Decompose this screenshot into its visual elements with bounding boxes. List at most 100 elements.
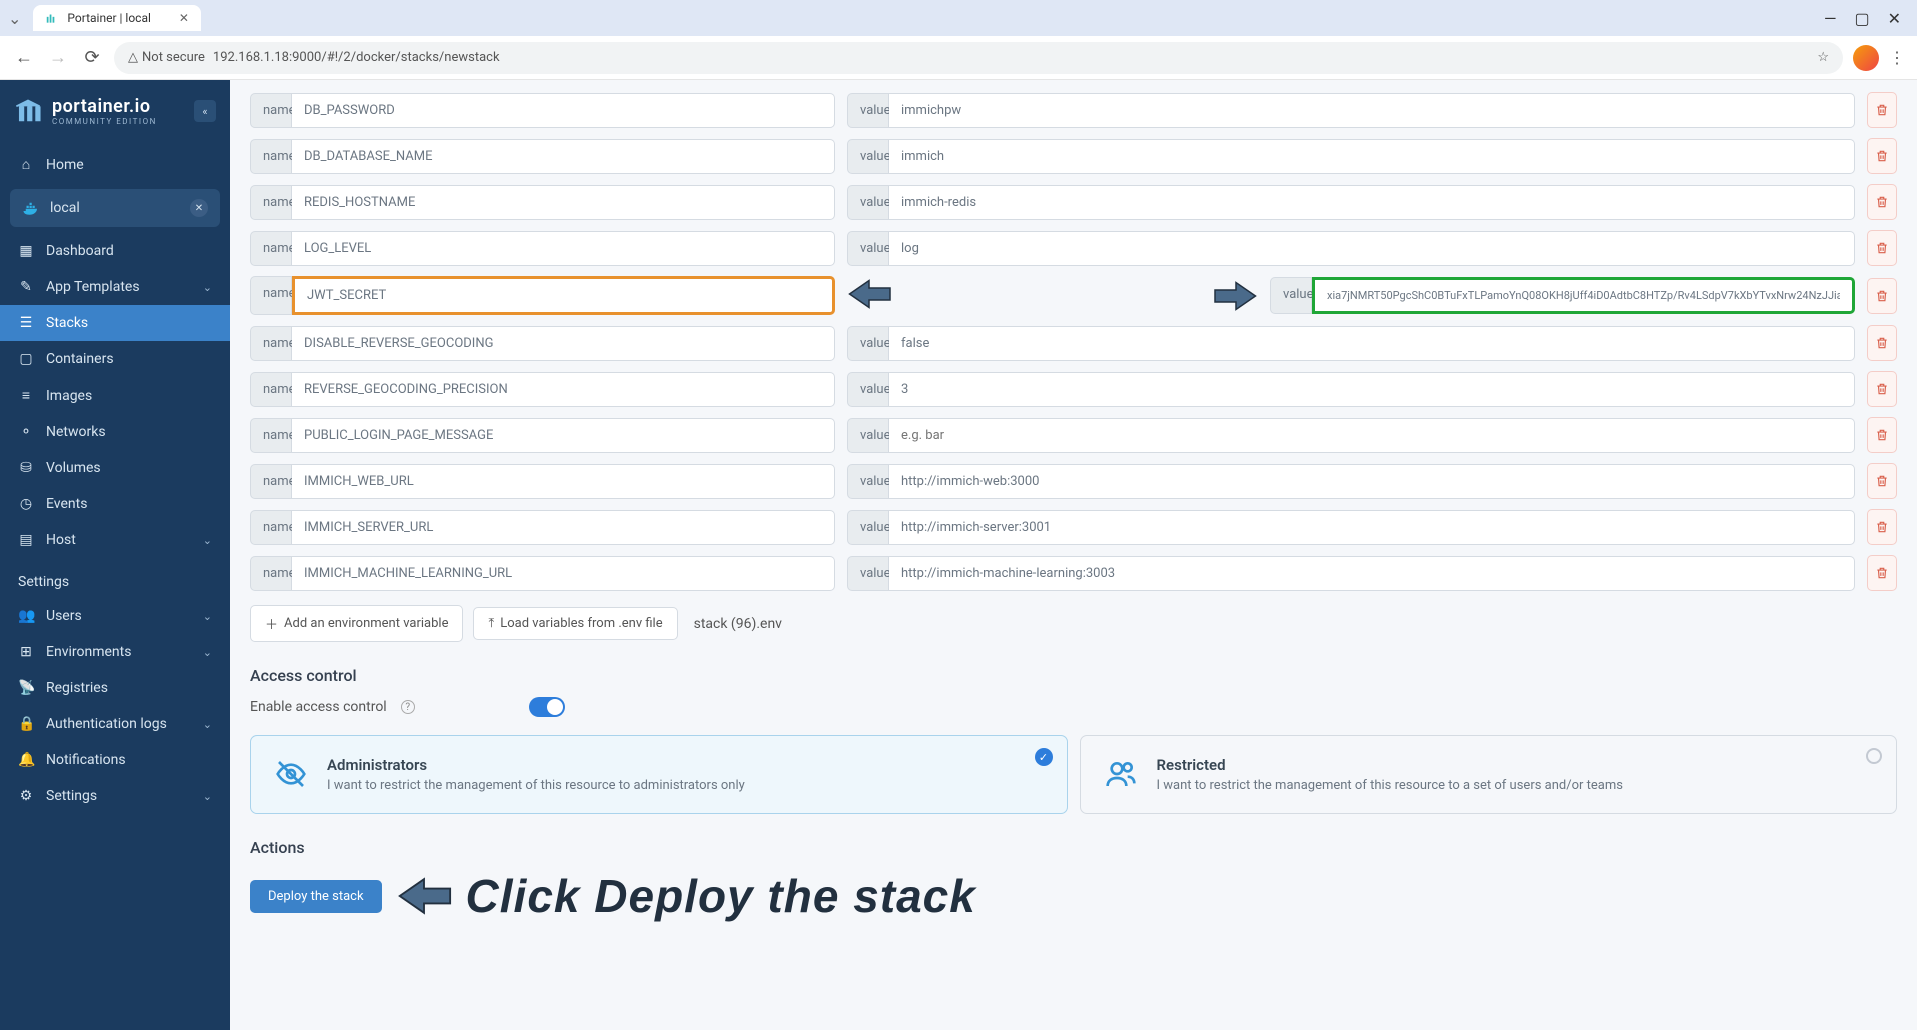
delete-env-var-button[interactable] xyxy=(1867,92,1897,128)
env-name-input[interactable] xyxy=(292,139,835,174)
name-label: name xyxy=(250,93,292,128)
radio-icon: 📡 xyxy=(18,680,34,696)
nav-users[interactable]: 👥Users⌄ xyxy=(0,598,230,634)
delete-env-var-button[interactable] xyxy=(1867,371,1897,407)
nav-images[interactable]: ≡Images xyxy=(0,377,230,414)
nav-app-templates[interactable]: ✎App Templates⌄ xyxy=(0,269,230,305)
nav-environments[interactable]: ⊞Environments⌄ xyxy=(0,634,230,670)
trash-icon xyxy=(1875,520,1889,534)
env-name-input[interactable] xyxy=(292,418,835,453)
nav-networks[interactable]: ⚬Networks xyxy=(0,414,230,450)
home-icon: ⌂ xyxy=(18,156,34,173)
env-close-icon[interactable]: ✕ xyxy=(190,199,208,217)
chevron-down-icon: ⌄ xyxy=(203,718,212,731)
database-icon: ⛁ xyxy=(18,460,34,476)
env-value-input[interactable] xyxy=(889,556,1855,591)
delete-env-var-button[interactable] xyxy=(1867,184,1897,220)
tab-title: Portainer | local xyxy=(67,11,151,25)
nav-events[interactable]: ◷Events xyxy=(0,486,230,522)
env-var-row: namevalue xyxy=(250,230,1897,266)
card-restricted[interactable]: Restricted I want to restrict the manage… xyxy=(1080,735,1898,814)
env-value-input[interactable] xyxy=(889,372,1855,407)
env-value-input[interactable] xyxy=(889,418,1855,453)
environment-selector[interactable]: local ✕ xyxy=(10,189,220,227)
browser-toolbar: ← → ⟳ △ Not secure 192.168.1.18:9000/#!/… xyxy=(0,36,1917,80)
add-env-var-button[interactable]: ＋Add an environment variable xyxy=(250,605,463,642)
trash-icon xyxy=(1875,195,1889,209)
env-value-input[interactable] xyxy=(889,510,1855,545)
nav-host[interactable]: ▤Host⌄ xyxy=(0,522,230,558)
value-label: value xyxy=(847,372,889,407)
card-admin-title: Administrators xyxy=(327,756,745,774)
trash-icon xyxy=(1875,103,1889,117)
env-value-input[interactable] xyxy=(889,326,1855,361)
value-label: value xyxy=(1270,277,1312,314)
value-label: value xyxy=(847,464,889,499)
env-value-input[interactable] xyxy=(889,185,1855,220)
delete-env-var-button[interactable] xyxy=(1867,325,1897,361)
env-value-input[interactable] xyxy=(889,464,1855,499)
value-label: value xyxy=(847,231,889,266)
env-value-input[interactable] xyxy=(889,231,1855,266)
lock-icon: 🔒 xyxy=(18,716,34,732)
value-label: value xyxy=(847,93,889,128)
name-label: name xyxy=(250,372,292,407)
annotation-arrow-deploy xyxy=(396,876,452,916)
delete-env-var-button[interactable] xyxy=(1867,555,1897,591)
env-name-input[interactable] xyxy=(292,556,835,591)
env-value-input[interactable] xyxy=(889,93,1855,128)
browser-tab[interactable]: Portainer | local ✕ xyxy=(33,5,201,31)
reload-button[interactable]: ⟳ xyxy=(80,47,104,68)
env-name-input[interactable] xyxy=(292,464,835,499)
bookmark-star-icon[interactable]: ☆ xyxy=(1817,50,1829,65)
env-value-input[interactable] xyxy=(889,139,1855,174)
chevron-down-icon: ⌄ xyxy=(203,534,212,547)
env-value-input[interactable] xyxy=(1312,277,1855,314)
card-administrators[interactable]: Administrators I want to restrict the ma… xyxy=(250,735,1068,814)
env-name-input[interactable] xyxy=(292,326,835,361)
nav-volumes[interactable]: ⛁Volumes xyxy=(0,450,230,486)
access-control-toggle[interactable] xyxy=(529,697,565,717)
sidebar-collapse-button[interactable]: « xyxy=(194,100,216,122)
tab-dropdown-icon[interactable]: ⌄ xyxy=(8,9,21,28)
kebab-menu-icon[interactable]: ⋮ xyxy=(1889,48,1905,67)
maximize-icon[interactable]: ▢ xyxy=(1854,9,1869,28)
info-icon[interactable]: ? xyxy=(401,700,415,714)
close-window-icon[interactable]: ✕ xyxy=(1888,9,1901,28)
delete-env-var-button[interactable] xyxy=(1867,230,1897,266)
not-secure-badge[interactable]: △ Not secure xyxy=(128,50,205,65)
deploy-stack-button[interactable]: Deploy the stack xyxy=(250,880,382,913)
upload-icon: ⤒ xyxy=(488,616,494,631)
chevron-down-icon: ⌄ xyxy=(203,610,212,623)
load-env-file-button[interactable]: ⤒Load variables from .env file xyxy=(473,607,677,640)
nav-notifications[interactable]: 🔔Notifications xyxy=(0,742,230,778)
nav-auth-logs[interactable]: 🔒Authentication logs⌄ xyxy=(0,706,230,742)
trash-icon xyxy=(1875,149,1889,163)
env-name-input[interactable] xyxy=(292,93,835,128)
delete-env-var-button[interactable] xyxy=(1867,463,1897,499)
back-button[interactable]: ← xyxy=(12,47,36,68)
nav-home[interactable]: ⌂ Home xyxy=(0,146,230,183)
env-name-input[interactable] xyxy=(292,372,835,407)
nav-dashboard[interactable]: ▦Dashboard xyxy=(0,233,230,269)
tab-close-icon[interactable]: ✕ xyxy=(179,11,189,25)
nav-stacks[interactable]: ☰Stacks xyxy=(0,305,230,341)
env-name-input[interactable] xyxy=(292,276,835,315)
nav-settings[interactable]: ⚙Settings⌄ xyxy=(0,778,230,814)
clock-icon: ◷ xyxy=(18,496,34,512)
trash-icon xyxy=(1875,289,1889,303)
delete-env-var-button[interactable] xyxy=(1867,278,1897,314)
server-icon: ▤ xyxy=(18,532,34,548)
address-bar[interactable]: △ Not secure 192.168.1.18:9000/#!/2/dock… xyxy=(114,42,1843,74)
env-name-input[interactable] xyxy=(292,185,835,220)
delete-env-var-button[interactable] xyxy=(1867,138,1897,174)
delete-env-var-button[interactable] xyxy=(1867,417,1897,453)
env-name-input[interactable] xyxy=(292,231,835,266)
env-var-row: namevalue xyxy=(250,463,1897,499)
nav-containers[interactable]: ▢Containers xyxy=(0,341,230,377)
profile-avatar[interactable] xyxy=(1853,45,1879,71)
delete-env-var-button[interactable] xyxy=(1867,509,1897,545)
minimize-icon[interactable]: — xyxy=(1824,9,1837,28)
nav-registries[interactable]: 📡Registries xyxy=(0,670,230,706)
env-name-input[interactable] xyxy=(292,510,835,545)
